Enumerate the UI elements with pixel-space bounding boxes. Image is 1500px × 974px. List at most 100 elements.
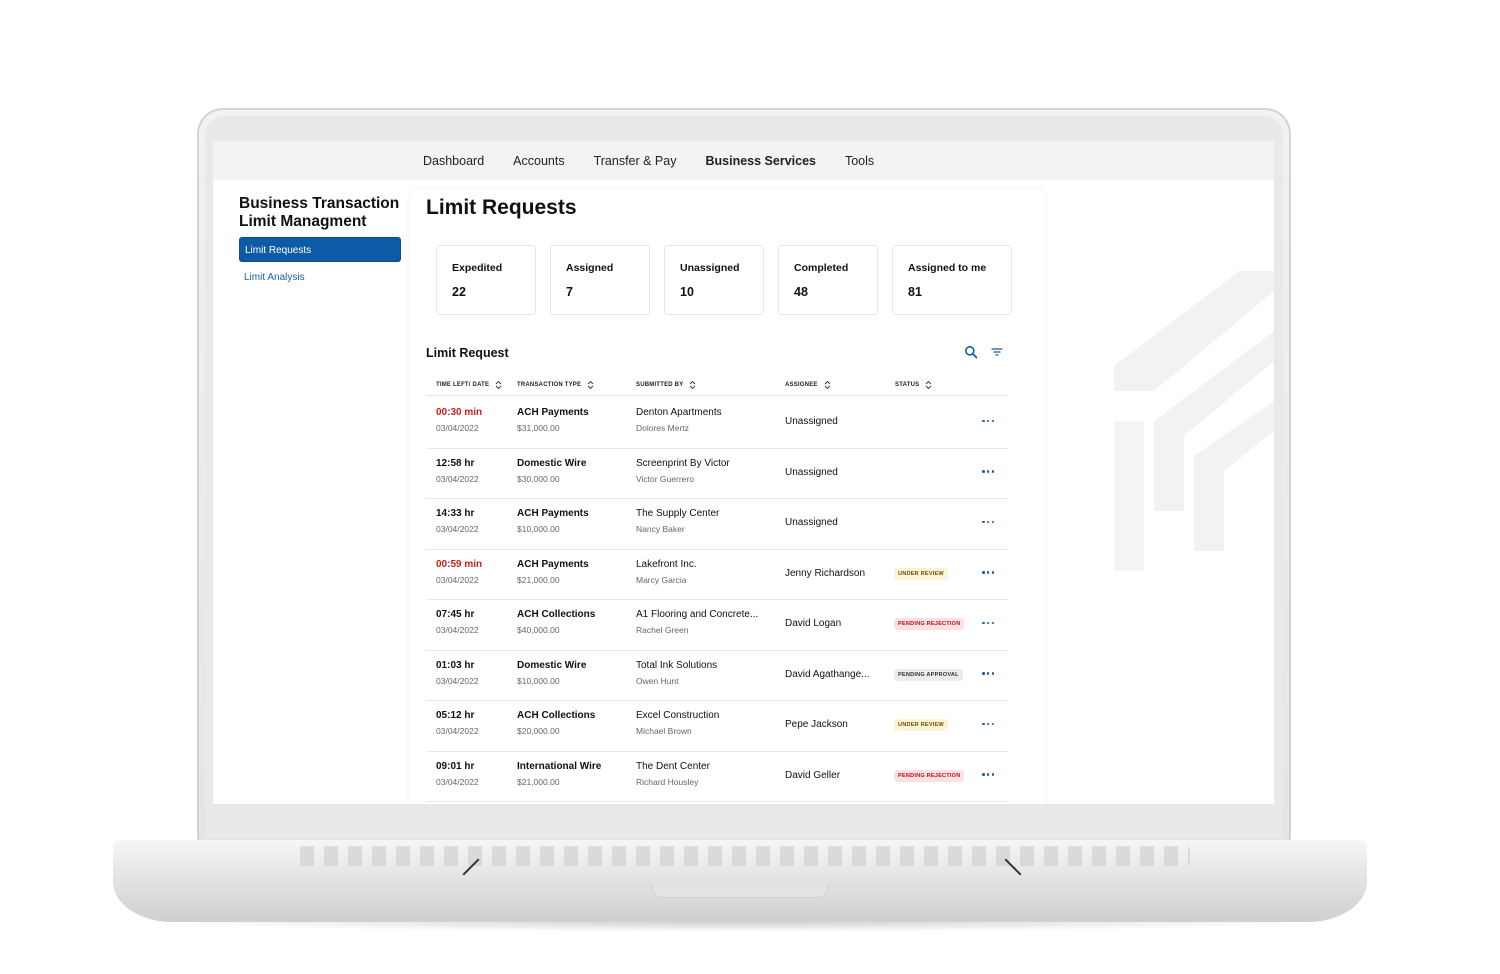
column-label: SUBMITTED BY — [636, 382, 684, 388]
time-left: 00:59 min — [436, 558, 483, 570]
submitter-name: Marcy Garcia — [636, 574, 687, 585]
nav-tools[interactable]: Tools — [845, 154, 874, 168]
more-options-icon[interactable] — [980, 566, 996, 580]
sidebar-item-limit-requests[interactable]: Limit Requests — [239, 237, 401, 262]
column-header-submitted-by[interactable]: SUBMITTED BY — [636, 380, 696, 390]
time-cell: 00:30 min 03/04/2022 — [436, 407, 482, 433]
stat-value: 22 — [452, 285, 466, 299]
transaction-cell: ACH Payments $10,000.00 — [517, 508, 589, 534]
stat-card-expedited[interactable]: Expedited 22 — [436, 245, 536, 315]
stat-card-assigned-to-me[interactable]: Assigned to me 81 — [892, 245, 1012, 315]
sort-icon — [690, 380, 696, 390]
nav-dashboard[interactable]: Dashboard — [423, 154, 484, 168]
search-icon[interactable] — [964, 345, 978, 359]
table-row[interactable]: 07:45 hr 03/04/2022 ACH Collections $40,000… — [426, 600, 1008, 651]
stat-value: 10 — [680, 285, 694, 299]
assignee: Pepe Jackson — [785, 719, 848, 730]
status-badge: PENDING REJECTION — [894, 618, 965, 630]
sidebar: Business Transaction Limit Managment Lim… — [239, 195, 401, 290]
more-options-icon[interactable] — [980, 414, 996, 428]
assignee: Unassigned — [785, 517, 838, 528]
company-name: Total Ink Solutions — [636, 659, 718, 671]
transaction-type: ACH Collections — [517, 710, 596, 721]
transaction-cell: ACH Payments $21,000.00 — [517, 559, 589, 585]
transaction-amount: $21,000.00 — [517, 574, 560, 585]
page-title: Limit Requests — [426, 196, 577, 219]
stat-cards: Expedited 22 Assigned 7 Unassigned 10 Co… — [436, 245, 1012, 315]
transaction-amount: $31,000.00 — [517, 423, 560, 433]
table-row[interactable]: 05:12 hr 03/04/2022 ACH Collections $20,000… — [426, 701, 1008, 752]
stat-card-completed[interactable]: Completed 48 — [778, 245, 878, 315]
stat-card-assigned[interactable]: Assigned 7 — [550, 245, 650, 315]
stat-label: Unassigned — [680, 262, 740, 274]
nav-business-services[interactable]: Business Services — [705, 154, 816, 168]
table-row[interactable]: 09:01 hr 03/04/2022 International Wire $21,… — [426, 752, 1008, 802]
more-options-icon[interactable] — [980, 667, 996, 681]
column-header-assignee[interactable]: ASSIGNEE — [785, 380, 831, 390]
status-badge: UNDER REVIEW — [894, 719, 948, 731]
submitter-name: Victor Guerrero — [636, 473, 694, 484]
transaction-cell: ACH Collections $20,000.00 — [517, 710, 595, 736]
table-row[interactable]: 14:33 hr 03/04/2022 ACH Payments $10,000.00… — [426, 499, 1008, 550]
stat-label: Completed — [794, 262, 849, 274]
nav-transfer-pay[interactable]: Transfer & Pay — [594, 154, 677, 168]
more-options-icon[interactable] — [980, 717, 996, 731]
sidebar-item-limit-analysis[interactable]: Limit Analysis — [239, 265, 401, 290]
time-cell: 14:33 hr 03/04/2022 — [436, 508, 479, 534]
table-body: 00:30 min 03/04/2022 ACH Payments $31,000.0… — [426, 398, 1008, 802]
time-left: 14:33 hr — [436, 508, 475, 519]
request-date: 03/04/2022 — [436, 473, 479, 484]
sort-icon — [824, 380, 830, 390]
assignee: David Logan — [785, 618, 842, 629]
table-row[interactable]: 01:03 hr 03/04/2022 Domestic Wire $10,000.0… — [426, 651, 1008, 701]
column-label: STATUS — [895, 382, 920, 388]
stat-label: Assigned to me — [908, 262, 987, 274]
filter-icon[interactable] — [990, 345, 1004, 359]
company-name: A1 Flooring and Concrete... — [636, 609, 759, 620]
submitter-name: Owen Hunt — [636, 675, 679, 686]
stat-label: Expedited — [452, 262, 503, 274]
column-header-time[interactable]: TIME LEFT/ DATE — [436, 380, 502, 390]
status-badge: PENDING REJECTION — [894, 769, 965, 782]
submitted-by-cell: Lakefront Inc. Marcy Garcia — [636, 559, 768, 585]
more-options-icon[interactable] — [980, 616, 996, 630]
time-cell: 09:01 hr 03/04/2022 — [436, 761, 479, 787]
trackpad-notch — [652, 884, 828, 898]
more-options-icon[interactable] — [980, 768, 996, 782]
status-badge: UNDER REVIEW — [894, 567, 948, 580]
assignee: David Geller — [785, 769, 841, 781]
time-left: 05:12 hr — [436, 710, 475, 721]
time-cell: 01:03 hr 03/04/2022 — [436, 660, 479, 686]
transaction-type: ACH Collections — [517, 609, 596, 620]
stat-value: 7 — [566, 285, 573, 299]
transaction-type: Domestic Wire — [517, 659, 587, 671]
stat-card-unassigned[interactable]: Unassigned 10 — [664, 245, 764, 315]
more-options-icon[interactable] — [980, 515, 996, 529]
table-row[interactable]: 12:58 hr 03/04/2022 Domestic Wire $30,000.0… — [426, 449, 1008, 499]
more-options-icon[interactable] — [980, 465, 996, 479]
time-left: 01:03 hr — [436, 659, 475, 671]
time-cell: 07:45 hr 03/04/2022 — [436, 609, 479, 635]
transaction-cell: Domestic Wire $10,000.00 — [517, 660, 586, 686]
keyboard — [300, 846, 1190, 866]
column-header-status[interactable]: STATUS — [895, 380, 932, 390]
table-row[interactable]: 00:30 min 03/04/2022 ACH Payments $31,000.0… — [426, 398, 1008, 449]
company-name: Screenprint By Victor — [636, 457, 730, 469]
submitted-by-cell: The Supply Center Nancy Baker — [636, 508, 768, 534]
nav-accounts[interactable]: Accounts — [513, 154, 564, 168]
sidebar-title: Business Transaction Limit Managment — [239, 195, 400, 230]
submitter-name: Richard Housley — [636, 776, 699, 787]
transaction-type: Domestic Wire — [517, 457, 587, 469]
main-panel: Limit Requests Expedited 22 Assigned 7 U… — [409, 189, 1045, 804]
stat-value: 48 — [794, 285, 808, 299]
transaction-amount: $21,000.00 — [517, 776, 560, 787]
column-label: TRANSACTION TYPE — [517, 382, 582, 388]
time-cell: 05:12 hr 03/04/2022 — [436, 710, 479, 736]
submitted-by-cell: Screenprint By Victor Victor Guerrero — [636, 458, 768, 484]
table-row[interactable]: 00:59 min 03/04/2022 ACH Payments $21,000.0… — [426, 550, 1008, 600]
column-header-type[interactable]: TRANSACTION TYPE — [517, 380, 594, 390]
transaction-amount: $10,000.00 — [517, 675, 560, 686]
request-date: 03/04/2022 — [436, 675, 479, 686]
assignee: Unassigned — [785, 416, 838, 427]
table-header: TIME LEFT/ DATE TRANSACTION TYPE SUBMITT… — [426, 378, 1008, 396]
